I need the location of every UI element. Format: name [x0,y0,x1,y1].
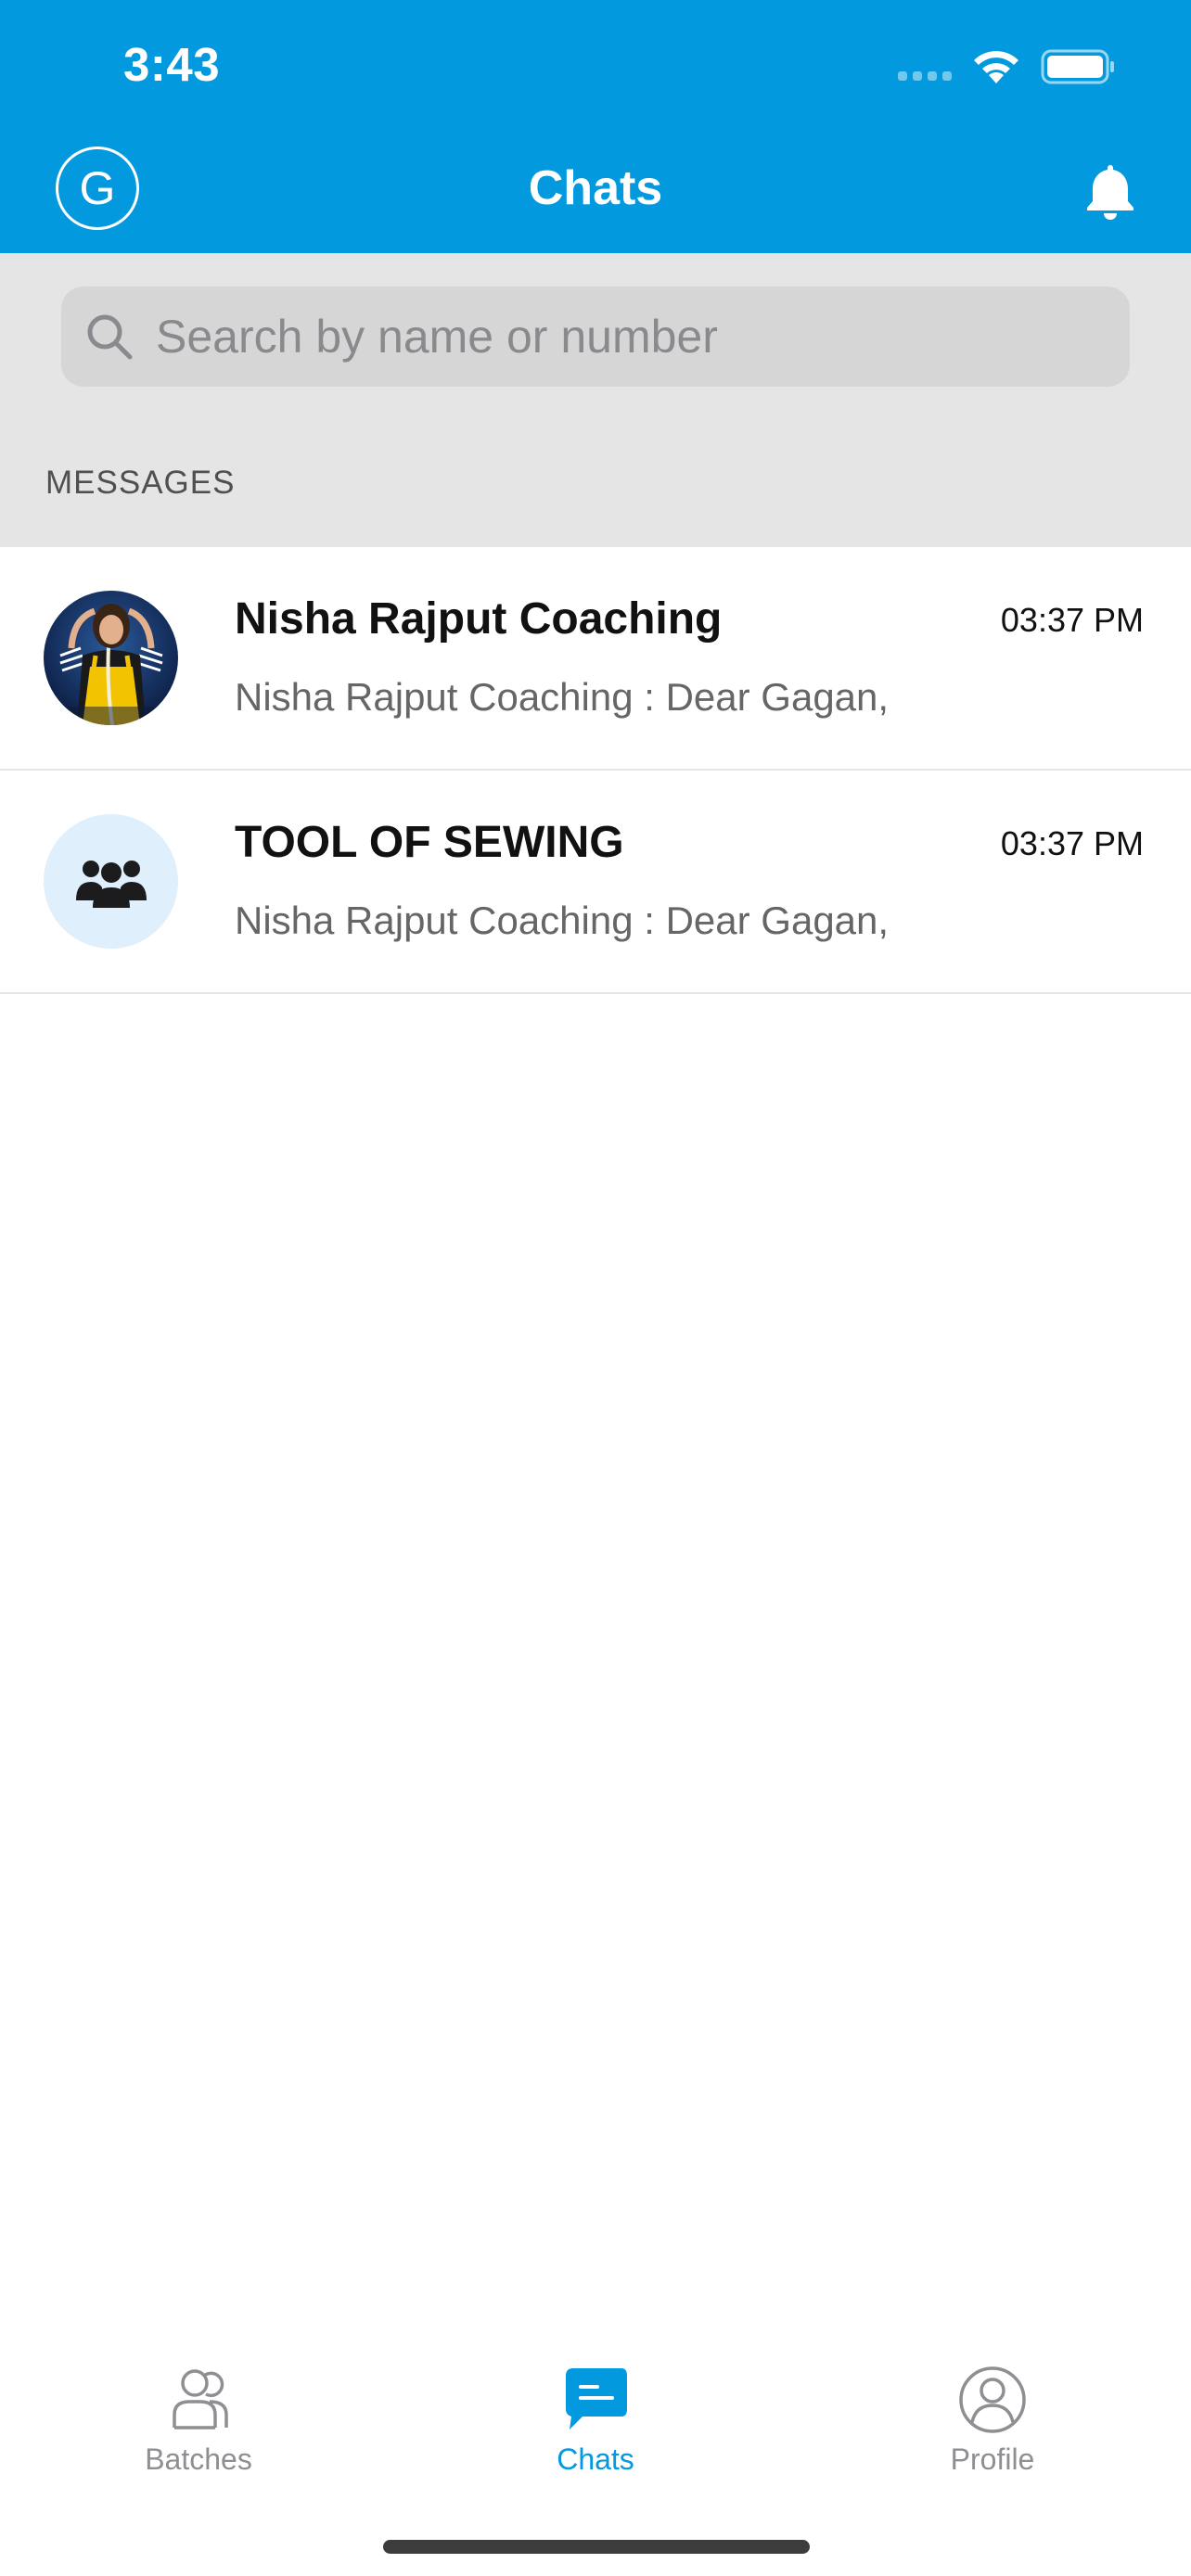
cellular-signal-icon [898,71,952,81]
profile-icon [959,2366,1026,2433]
chat-row-nisha-rajput-coaching[interactable]: Nisha Rajput Coaching 03:37 PM Nisha Raj… [0,547,1191,771]
chat-name: TOOL OF SEWING [235,818,624,867]
chat-row-tool-of-sewing[interactable]: TOOL OF SEWING 03:37 PM Nisha Rajput Coa… [0,771,1191,994]
chat-preview: Nisha Rajput Coaching : Dear Gagan, [235,675,890,719]
chat-time: 03:37 PM [1000,601,1144,639]
status-icons [898,46,1117,87]
tab-chats[interactable]: Chats [397,2337,794,2485]
chat-list: Nisha Rajput Coaching 03:37 PM Nisha Raj… [0,547,1191,994]
batches-icon [173,2369,228,2429]
messages-section-label: MESSAGES [45,465,236,501]
chat-name: Nisha Rajput Coaching [235,594,723,644]
chat-avatar-group [44,814,178,949]
chat-avatar-photo [44,591,178,725]
wifi-icon [974,51,1018,83]
chat-time: 03:37 PM [1000,824,1144,862]
tab-profile[interactable]: Profile [794,2337,1191,2485]
search-placeholder: Search by name or number [156,311,718,363]
page-title: Chats [528,161,663,215]
status-time: 3:43 [123,38,221,91]
home-indicator[interactable] [383,2540,810,2554]
battery-icon [1041,49,1114,84]
tab-profile-label: Profile [950,2442,1035,2476]
tab-batches[interactable]: Batches [0,2337,397,2485]
search-input[interactable]: Search by name or number [61,287,1130,387]
group-icon [75,860,147,908]
bell-icon[interactable] [1078,159,1143,224]
chat-preview: Nisha Rajput Coaching : Dear Gagan, [235,899,890,942]
avatar-photo-image [44,591,178,725]
tab-batches-label: Batches [145,2442,252,2476]
search-section: Search by name or number MESSAGES [0,253,1191,547]
tab-chats-label: Chats [557,2442,634,2476]
search-icon [87,314,133,360]
tab-bar: Batches Chats Profile [0,2337,1191,2485]
chat-bubble-icon [566,2368,627,2429]
app-header: 3:43 G Chats [0,0,1191,253]
